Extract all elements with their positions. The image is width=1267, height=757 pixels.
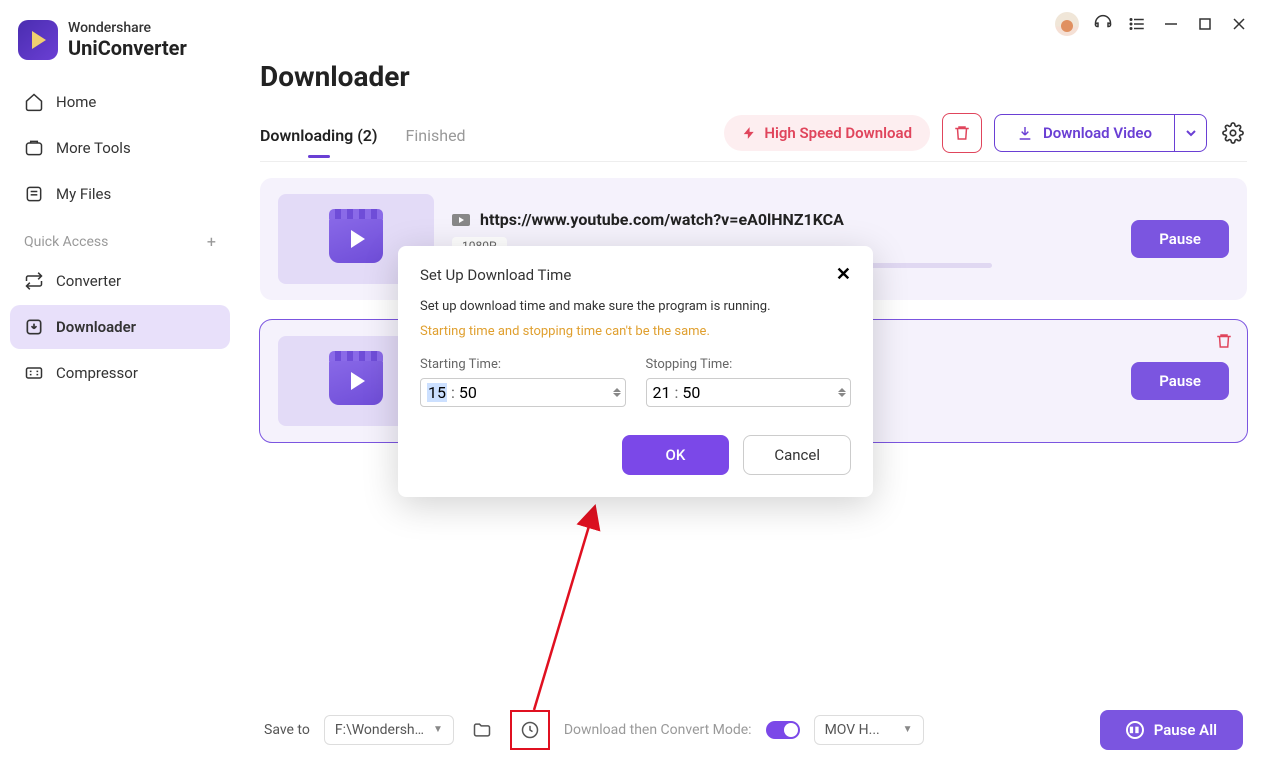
- tab-finished[interactable]: Finished: [406, 118, 466, 157]
- pause-button[interactable]: Pause: [1131, 362, 1229, 400]
- open-folder-button[interactable]: [468, 716, 496, 744]
- sidebar-item-my-files[interactable]: My Files: [10, 172, 230, 216]
- compressor-icon: [24, 363, 44, 383]
- video-play-icon: [329, 357, 383, 405]
- start-time-spinner[interactable]: [613, 388, 621, 397]
- stop-time-label: Stopping Time:: [646, 357, 852, 372]
- sidebar-item-more-tools[interactable]: More Tools: [10, 126, 230, 170]
- pause-button[interactable]: Pause: [1131, 220, 1229, 258]
- video-play-icon: [329, 215, 383, 263]
- sidebar-item-compressor[interactable]: Compressor: [10, 351, 230, 395]
- start-time-input[interactable]: 15 : 50: [420, 378, 626, 407]
- sidebar: Wondershare UniConverter Home More Tools…: [0, 0, 240, 700]
- pause-icon: ▮▮: [1126, 721, 1144, 739]
- modal-title: Set Up Download Time: [420, 266, 571, 284]
- ok-button[interactable]: OK: [622, 435, 730, 475]
- video-icon: [452, 214, 470, 226]
- stop-time-spinner[interactable]: [838, 388, 846, 397]
- save-to-label: Save to: [264, 722, 310, 738]
- download-icon: [1017, 125, 1033, 141]
- quick-access-label: Quick Access: [24, 234, 108, 250]
- chevron-down-icon: ▼: [433, 724, 443, 735]
- files-icon: [24, 184, 44, 204]
- sidebar-item-label: My Files: [56, 185, 111, 203]
- start-time-label: Starting Time:: [420, 357, 626, 372]
- save-path-value: F:\Wondershare U: [335, 722, 425, 738]
- start-hour[interactable]: 15: [427, 383, 447, 402]
- convert-mode-label: Download then Convert Mode:: [564, 722, 752, 738]
- pause-all-button[interactable]: ▮▮ Pause All: [1100, 710, 1243, 750]
- stop-time-input[interactable]: 21 : 50: [646, 378, 852, 407]
- clock-icon: [520, 720, 540, 740]
- download-url: https://www.youtube.com/watch?v=eA0lHNZ1…: [480, 210, 844, 229]
- page-title: Downloader: [260, 60, 1247, 93]
- quick-access-add-icon[interactable]: +: [207, 232, 216, 251]
- brand-bottom: UniConverter: [68, 37, 187, 59]
- format-select[interactable]: MOV H... ▼: [814, 715, 924, 745]
- quick-access-header: Quick Access +: [10, 218, 230, 257]
- settings-button[interactable]: [1219, 119, 1247, 147]
- tab-downloading[interactable]: Downloading (2): [260, 118, 378, 157]
- brand-top: Wondershare: [68, 21, 187, 36]
- high-speed-download-button[interactable]: High Speed Download: [724, 115, 930, 151]
- modal-warning: Starting time and stopping time can't be…: [420, 324, 851, 339]
- clear-list-button[interactable]: [942, 113, 982, 153]
- sidebar-item-label: Downloader: [56, 318, 136, 336]
- tab-bar: Downloading (2) Finished High Speed Down…: [260, 113, 1247, 162]
- download-video-dropdown[interactable]: [1174, 115, 1206, 151]
- stop-hour[interactable]: 21: [653, 383, 671, 402]
- schedule-button[interactable]: [516, 716, 544, 744]
- modal-description: Set up download time and make sure the p…: [420, 299, 851, 314]
- converter-icon: [24, 271, 44, 291]
- gear-icon: [1222, 122, 1244, 144]
- schedule-highlight: [510, 710, 550, 750]
- app-logo: Wondershare UniConverter: [10, 20, 230, 78]
- download-video-label: Download Video: [1043, 124, 1152, 142]
- trash-icon: [953, 124, 971, 142]
- download-url-row: https://www.youtube.com/watch?v=eA0lHNZ1…: [452, 210, 1113, 229]
- cancel-button[interactable]: Cancel: [743, 435, 851, 475]
- home-icon: [24, 92, 44, 112]
- download-time-modal: Set Up Download Time ✕ Set up download t…: [398, 246, 873, 497]
- trash-icon: [1215, 332, 1233, 350]
- sidebar-item-label: More Tools: [56, 139, 131, 157]
- save-path-select[interactable]: F:\Wondershare U ▼: [324, 715, 454, 745]
- more-tools-icon: [24, 138, 44, 158]
- convert-mode-toggle[interactable]: [766, 721, 800, 739]
- sidebar-item-label: Compressor: [56, 364, 138, 382]
- delete-card-button[interactable]: [1215, 332, 1233, 350]
- lightning-icon: [742, 125, 756, 141]
- high-speed-label: High Speed Download: [764, 124, 912, 142]
- sidebar-item-label: Home: [56, 93, 96, 111]
- chevron-down-icon: ▼: [903, 724, 913, 735]
- sidebar-item-downloader[interactable]: Downloader: [10, 305, 230, 349]
- format-value: MOV H...: [825, 722, 880, 738]
- stop-minute[interactable]: 50: [682, 383, 700, 402]
- logo-mark-icon: [18, 20, 58, 60]
- sidebar-item-converter[interactable]: Converter: [10, 259, 230, 303]
- download-video-main[interactable]: Download Video: [995, 115, 1174, 151]
- sidebar-item-home[interactable]: Home: [10, 80, 230, 124]
- folder-icon: [472, 720, 492, 740]
- downloader-icon: [24, 317, 44, 337]
- sidebar-item-label: Converter: [56, 272, 121, 290]
- chevron-down-icon: [1185, 127, 1197, 139]
- download-video-button[interactable]: Download Video: [994, 114, 1207, 152]
- start-minute[interactable]: 50: [459, 383, 477, 402]
- modal-close-button[interactable]: ✕: [836, 264, 851, 285]
- pause-all-label: Pause All: [1154, 721, 1217, 739]
- footer-bar: Save to F:\Wondershare U ▼ Download then…: [0, 701, 1267, 757]
